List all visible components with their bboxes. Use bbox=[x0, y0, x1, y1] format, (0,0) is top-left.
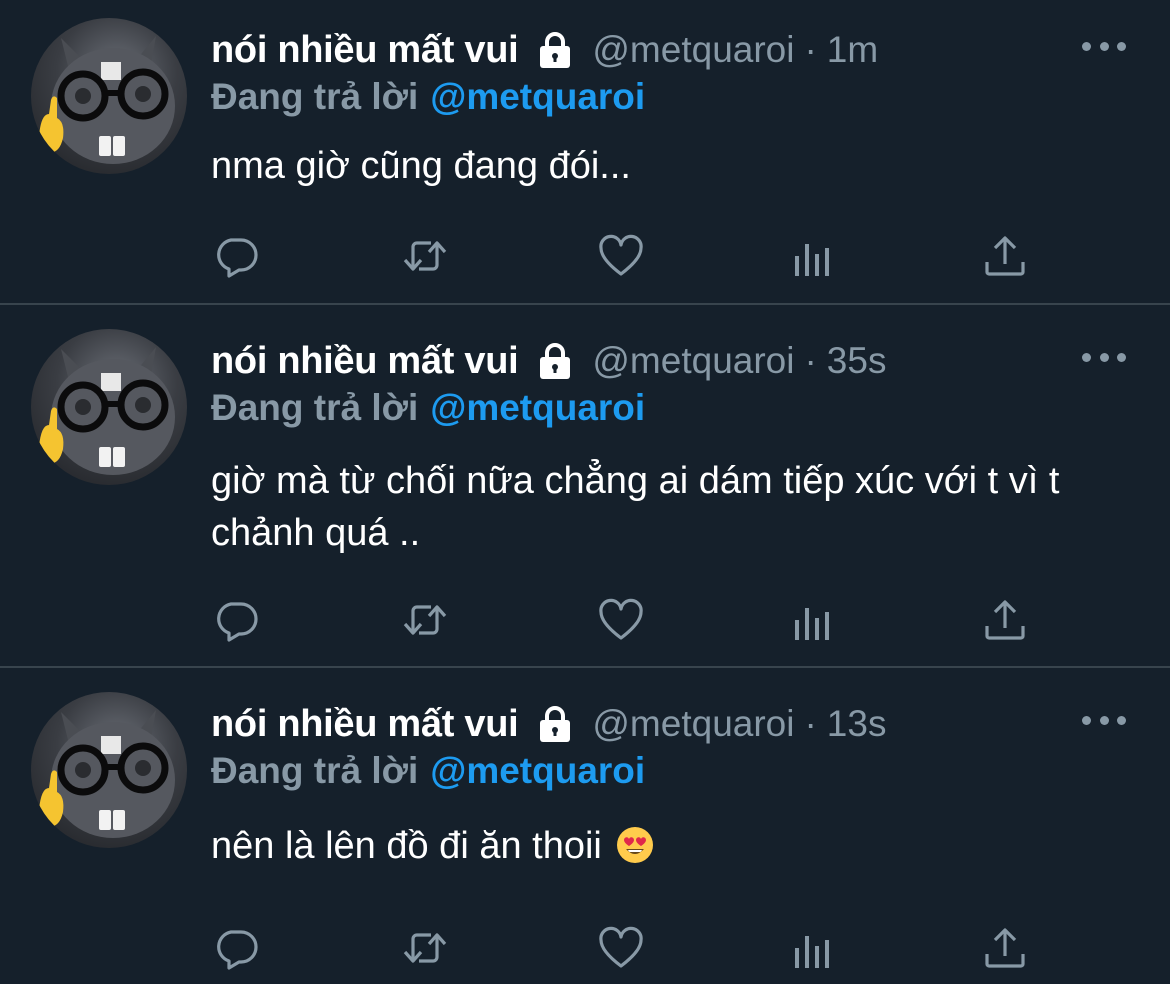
reply-icon bbox=[217, 930, 258, 970]
retweet-button[interactable] bbox=[401, 924, 449, 972]
like-button[interactable] bbox=[597, 232, 645, 280]
replying-to-label: Đang trả lời bbox=[211, 750, 419, 791]
tweet[interactable]: nói nhiều mất vui @metquaroi · 1m Đang t… bbox=[0, 0, 1170, 303]
like-icon bbox=[599, 598, 643, 640]
lock-icon bbox=[540, 706, 571, 742]
separator-dot: · bbox=[804, 340, 817, 381]
cat-avatar-image bbox=[38, 36, 175, 164]
share-button[interactable] bbox=[981, 924, 1029, 972]
share-icon bbox=[985, 236, 1025, 276]
more-icon[interactable] bbox=[1082, 38, 1126, 54]
more-icon[interactable] bbox=[1082, 712, 1126, 728]
separator-dot: · bbox=[804, 29, 817, 70]
lock-icon bbox=[540, 32, 571, 68]
replying-to: Đang trả lời @metquaroi bbox=[211, 750, 645, 792]
like-button[interactable] bbox=[597, 596, 645, 644]
timestamp[interactable]: 1m bbox=[827, 29, 878, 71]
timestamp[interactable]: 13s bbox=[827, 703, 887, 745]
avatar[interactable] bbox=[31, 692, 187, 848]
tweet-text: giờ mà từ chối nữa chẳng ai dám tiếp xúc… bbox=[211, 460, 1060, 554]
tweet[interactable]: nói nhiều mất vui @metquaroi · 13s Đang … bbox=[0, 668, 1170, 984]
author-handle[interactable]: @metquaroi bbox=[592, 29, 794, 71]
timeline: nói nhiều mất vui @metquaroi · 1m Đang t… bbox=[0, 0, 1170, 984]
heart-eyes-emoji bbox=[617, 827, 654, 863]
reply-mention-link[interactable]: @metquaroi bbox=[430, 387, 645, 428]
tweet-actions bbox=[211, 232, 1031, 280]
retweet-icon bbox=[403, 605, 447, 635]
retweet-button[interactable] bbox=[401, 596, 449, 644]
tweet-text-content: nên là lên đồ đi ăn thoii bbox=[211, 825, 602, 867]
tweet[interactable]: nói nhiều mất vui @metquaroi · 35s Đang … bbox=[0, 305, 1170, 666]
share-button[interactable] bbox=[981, 596, 1029, 644]
retweet-icon bbox=[403, 933, 447, 963]
analytics-button[interactable] bbox=[789, 596, 837, 644]
tweet-actions bbox=[211, 596, 1031, 644]
analytics-icon bbox=[795, 936, 829, 968]
retweet-button[interactable] bbox=[401, 232, 449, 280]
retweet-icon bbox=[403, 241, 447, 271]
like-button[interactable] bbox=[597, 924, 645, 972]
timestamp[interactable]: 35s bbox=[827, 340, 887, 382]
tweet-text: nên là lên đồ đi ăn thoii bbox=[211, 820, 1141, 872]
cat-avatar-image bbox=[38, 347, 175, 475]
like-icon bbox=[599, 926, 643, 968]
avatar[interactable] bbox=[31, 329, 187, 485]
author-name[interactable]: nói nhiều mất vui bbox=[211, 29, 519, 72]
analytics-button[interactable] bbox=[789, 232, 837, 280]
like-icon bbox=[599, 234, 643, 276]
cat-avatar-image bbox=[38, 710, 175, 838]
tweet-header: nói nhiều mất vui @metquaroi · 13s bbox=[211, 696, 886, 752]
reply-icon bbox=[217, 238, 258, 278]
analytics-button[interactable] bbox=[789, 924, 837, 972]
avatar[interactable] bbox=[31, 18, 187, 174]
separator-dot: · bbox=[804, 703, 817, 744]
share-icon bbox=[985, 928, 1025, 968]
share-button[interactable] bbox=[981, 232, 1029, 280]
author-name[interactable]: nói nhiều mất vui bbox=[211, 340, 519, 383]
tweet-actions bbox=[211, 924, 1031, 972]
author-handle[interactable]: @metquaroi bbox=[592, 703, 794, 745]
more-icon[interactable] bbox=[1082, 349, 1126, 365]
tweet-header: nói nhiều mất vui @metquaroi · 35s bbox=[211, 333, 886, 389]
reply-button[interactable] bbox=[213, 596, 261, 644]
reply-mention-link[interactable]: @metquaroi bbox=[430, 750, 645, 791]
replying-to-label: Đang trả lời bbox=[211, 76, 419, 117]
tweet-header: nói nhiều mất vui @metquaroi · 1m bbox=[211, 22, 878, 78]
replying-to: Đang trả lời @metquaroi bbox=[211, 76, 645, 118]
replying-to: Đang trả lời @metquaroi bbox=[211, 387, 645, 429]
share-icon bbox=[985, 600, 1025, 640]
analytics-icon bbox=[795, 608, 829, 640]
analytics-icon bbox=[795, 244, 829, 276]
reply-button[interactable] bbox=[213, 232, 261, 280]
replying-to-label: Đang trả lời bbox=[211, 387, 419, 428]
reply-button[interactable] bbox=[213, 924, 261, 972]
tweet-text: nma giờ cũng đang đói... bbox=[211, 145, 631, 187]
reply-mention-link[interactable]: @metquaroi bbox=[430, 76, 645, 117]
author-name[interactable]: nói nhiều mất vui bbox=[211, 703, 519, 746]
reply-icon bbox=[217, 602, 258, 642]
author-handle[interactable]: @metquaroi bbox=[592, 340, 794, 382]
lock-icon bbox=[540, 343, 571, 379]
